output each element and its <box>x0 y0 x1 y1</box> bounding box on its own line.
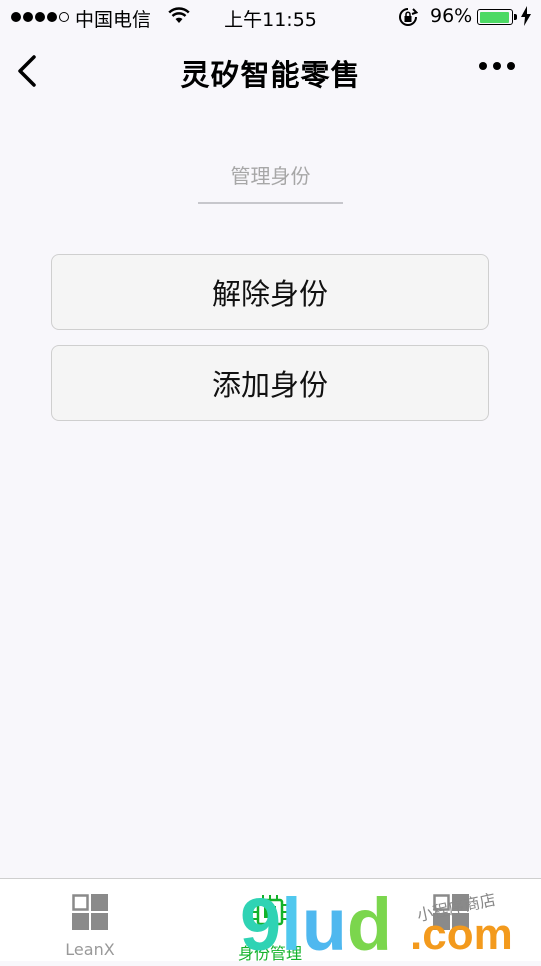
status-bar: 中国电信 上午11:55 96% <box>0 0 541 34</box>
charging-bolt-icon <box>520 6 532 31</box>
more-options-icon[interactable] <box>479 62 515 70</box>
chip-icon <box>253 895 287 929</box>
section-title: 管理身份 <box>230 164 311 188</box>
add-identity-button[interactable]: 添加身份 <box>51 345 489 421</box>
remove-identity-button[interactable]: 解除身份 <box>51 254 489 330</box>
rotation-lock-icon <box>398 7 419 32</box>
navigation-bar: 灵矽智能零售 <box>0 34 541 108</box>
battery-percent: 96% <box>430 5 473 27</box>
tab-leanx[interactable]: LeanX <box>0 879 180 961</box>
tab-third[interactable] <box>361 879 541 961</box>
tab-leanx-label: LeanX <box>65 940 115 959</box>
tab-identity-management-label: 身份管理 <box>237 944 302 963</box>
grid-icon <box>433 894 469 930</box>
tab-bar: LeanX 身份管理 <box>0 878 541 963</box>
section-divider <box>198 202 343 204</box>
page-title: 灵矽智能零售 <box>180 58 361 92</box>
grid-icon <box>72 894 108 930</box>
tab-identity-management[interactable]: 身份管理 <box>180 879 360 963</box>
battery-icon <box>477 9 517 25</box>
